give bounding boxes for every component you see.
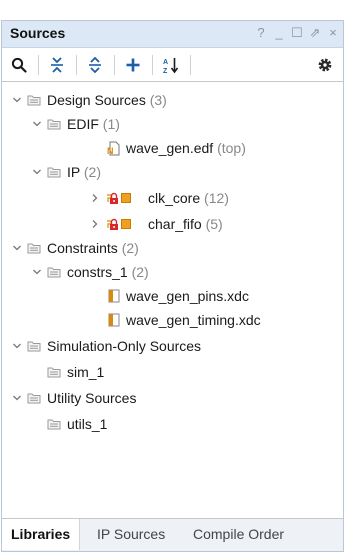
tab-ip-sources[interactable]: IP Sources (88, 519, 174, 550)
folder-icon (46, 160, 62, 184)
folder-icon (26, 334, 42, 358)
chevron-down-icon[interactable] (30, 260, 44, 284)
close-icon[interactable]: × (327, 25, 339, 41)
folder-icon (26, 88, 42, 112)
tree-item-label: constrs_1 (67, 264, 128, 280)
tree-item-char-fifo[interactable]: char_fifo (5) (2, 212, 343, 236)
sources-panel: Sources ? _ ☐ ⇗ × AZ Design Sources (3) … (1, 20, 344, 552)
tree-item-simulation-only-sources[interactable]: Simulation-Only Sources (2, 334, 343, 358)
chevron-right-icon[interactable] (88, 186, 102, 210)
folder-icon (46, 412, 62, 436)
tree-item-utils-1[interactable]: utils_1 (2, 412, 343, 436)
gear-icon[interactable] (314, 54, 336, 76)
svg-text:N: N (107, 146, 114, 156)
folder-icon (46, 260, 62, 284)
tree-item-label: char_fifo (148, 216, 202, 232)
tree-item-label: wave_gen_timing.xdc (126, 312, 261, 328)
expand-all-icon[interactable] (84, 54, 106, 76)
ip-block-icon (118, 212, 134, 236)
tree-item-label: Design Sources (47, 92, 146, 108)
item-count: (2) (121, 240, 139, 256)
item-count: (top) (217, 140, 246, 156)
ip-block-icon (118, 186, 134, 210)
chevron-down-icon[interactable] (30, 160, 44, 184)
xdc-file-icon (106, 284, 122, 308)
tree-item-label: sim_1 (67, 364, 105, 380)
toolbar: AZ (2, 48, 343, 82)
xdc-file-icon (106, 308, 122, 332)
toolbar-separator (38, 55, 39, 75)
toolbar-separator (152, 55, 153, 75)
tree-item-label: EDIF (67, 116, 99, 132)
tree-item-label: clk_core (148, 190, 201, 206)
item-count: (1) (102, 116, 120, 132)
item-count: (2) (131, 264, 149, 280)
tree-item-design-sources[interactable]: Design Sources (3) (2, 88, 343, 112)
chevron-down-icon[interactable] (10, 334, 24, 358)
tree-item-label: Constraints (47, 240, 118, 256)
source-tree: Design Sources (3) EDIF (1) N wave_gen.e… (2, 82, 343, 517)
sort-icon[interactable]: AZ (160, 54, 182, 76)
chevron-right-icon[interactable] (88, 212, 102, 236)
netlist-file-icon: N (106, 136, 122, 160)
tree-item-constrs-1[interactable]: constrs_1 (2) (2, 260, 343, 284)
tab-libraries[interactable]: Libraries (2, 519, 81, 550)
chevron-down-icon[interactable] (10, 236, 24, 260)
tree-item-label: Simulation-Only Sources (47, 338, 202, 354)
panel-title-bar: Sources ? _ ☐ ⇗ × (2, 21, 343, 48)
tab-compile-order[interactable]: Compile Order (184, 519, 293, 550)
chevron-down-icon[interactable] (10, 386, 24, 410)
item-count: (12) (204, 190, 229, 206)
help-icon[interactable]: ? (255, 25, 267, 41)
tree-item-wave-gen-edf[interactable]: N wave_gen.edf (top) (2, 136, 343, 160)
tree-item-sim-1[interactable]: sim_1 (2, 360, 343, 384)
svg-text:A: A (163, 59, 168, 66)
toolbar-separator (190, 55, 191, 75)
toolbar-separator (114, 55, 115, 75)
tree-item-utility-sources[interactable]: Utility Sources (2, 386, 343, 410)
tree-item-label: wave_gen_pins.xdc (126, 288, 249, 304)
window-controls: ? _ ☐ ⇗ × (255, 25, 339, 41)
tree-item-constraints[interactable]: Constraints (2) (2, 236, 343, 260)
tree-item-label: utils_1 (67, 416, 108, 432)
maximize-icon[interactable]: ☐ (291, 25, 303, 41)
folder-icon (46, 112, 62, 136)
tree-item-edif[interactable]: EDIF (1) (2, 112, 343, 136)
bottom-tab-bar: Libraries IP Sources Compile Order (2, 518, 343, 551)
folder-icon (46, 360, 62, 384)
item-count: (5) (205, 216, 223, 232)
float-icon[interactable]: ⇗ (309, 25, 321, 41)
tree-item-label: IP (67, 164, 80, 180)
toolbar-separator (76, 55, 77, 75)
tree-item-wave-gen-pins-xdc[interactable]: wave_gen_pins.xdc (2, 284, 343, 308)
chevron-down-icon[interactable] (10, 88, 24, 112)
tree-item-wave-gen-timing-xdc[interactable]: wave_gen_timing.xdc (2, 308, 343, 332)
folder-icon (26, 236, 42, 260)
item-count: (2) (83, 164, 101, 180)
collapse-all-icon[interactable] (46, 54, 68, 76)
item-count: (3) (149, 92, 167, 108)
search-icon[interactable] (8, 54, 30, 76)
folder-icon (26, 386, 42, 410)
panel-title: Sources (10, 25, 66, 41)
chevron-down-icon[interactable] (30, 112, 44, 136)
tree-item-label: wave_gen.edf (126, 140, 214, 156)
tree-item-label: Utility Sources (47, 390, 137, 406)
add-icon[interactable] (122, 54, 144, 76)
tree-item-clk-core[interactable]: clk_core (12) (2, 186, 343, 210)
minimize-icon[interactable]: _ (273, 25, 285, 41)
tree-item-ip[interactable]: IP (2) (2, 160, 343, 184)
svg-text:Z: Z (163, 68, 168, 74)
